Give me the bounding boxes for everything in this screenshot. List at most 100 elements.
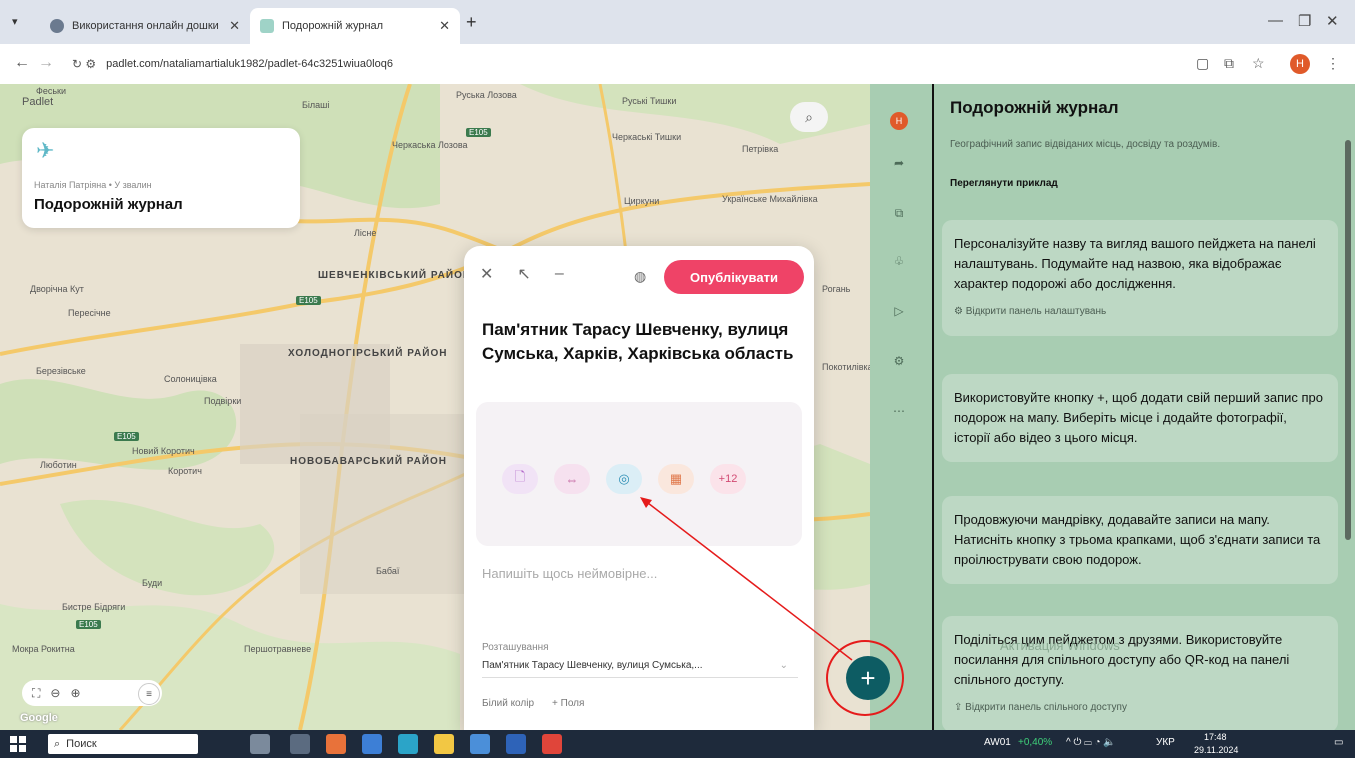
taskbar-search[interactable]: ⌕ Поиск xyxy=(48,734,198,754)
weather-icon[interactable] xyxy=(250,734,270,754)
search-label: Поиск xyxy=(66,738,97,750)
road-marker: Е105 xyxy=(296,296,321,305)
road-marker: Е105 xyxy=(114,432,139,441)
cast-icon[interactable]: ⧉ xyxy=(1224,55,1234,72)
settings-icon[interactable]: ⚙ xyxy=(888,350,910,372)
open-settings-link[interactable]: ⚙ Відкрити панель налаштувань xyxy=(954,302,1326,322)
tray-icons[interactable]: ^ ⏻ ▭ ◔ 🔈 xyxy=(1066,737,1116,748)
visibility-icon[interactable]: ◍ xyxy=(634,268,646,285)
fullscreen-icon[interactable]: ⛶ xyxy=(32,686,40,701)
profile-avatar[interactable]: Н xyxy=(1290,54,1310,74)
forward-icon[interactable]: → xyxy=(38,54,54,72)
remake-icon[interactable]: ⧉ xyxy=(888,202,910,224)
windows-start-icon[interactable] xyxy=(10,736,26,752)
map-label: Феськи xyxy=(36,86,67,96)
chrome-blue-icon[interactable] xyxy=(398,734,418,754)
clock-date[interactable]: 29.11.2024 xyxy=(1194,745,1238,755)
tab-search-chevron-icon[interactable]: ▾ xyxy=(12,15,18,28)
clock-time[interactable]: 17:48 xyxy=(1204,732,1227,742)
new-tab-button[interactable]: + xyxy=(466,12,477,33)
minimize-icon[interactable]: — xyxy=(1268,12,1283,29)
view-example-link[interactable]: Переглянути приклад xyxy=(950,178,1058,189)
menu-icon[interactable]: ⋮ xyxy=(1326,55,1340,72)
map-label: Бистре Бідряги xyxy=(62,602,126,612)
author-line: Наталія Патріяна • У звалин xyxy=(34,180,152,190)
location-select[interactable]: Пам'ятник Тарасу Шевченку, вулиця Сумськ… xyxy=(482,660,798,678)
map-label: Петрівка xyxy=(742,144,779,154)
padlet-logo: Padlet xyxy=(22,96,54,108)
attachment-options: 🗋 ⇔ ◎ ▦ +12 xyxy=(502,464,746,494)
upload-file-icon[interactable]: 🗋 xyxy=(502,464,538,494)
tab-title: Використання онлайн дошки xyxy=(72,20,219,32)
more-icon[interactable]: ⋯ xyxy=(888,400,910,422)
camera-icon[interactable]: ◎ xyxy=(606,464,642,494)
map-label: Руська Лозова xyxy=(456,90,517,100)
close-window-icon[interactable]: ✕ xyxy=(1326,12,1339,30)
map-district-label: ШЕВЧЕНКІВСЬКИЙ РАЙОН xyxy=(318,270,472,281)
site-info-icon[interactable]: ↻ ⚙ xyxy=(72,57,96,71)
panel-scrollbar[interactable] xyxy=(1345,140,1351,540)
map-search-button[interactable]: ⌕ xyxy=(790,102,828,132)
map-label: Мокра Рокитна xyxy=(12,644,75,654)
maximize-icon[interactable]: ❐ xyxy=(1298,12,1311,30)
user-avatar[interactable]: Н xyxy=(890,112,908,130)
padlet-icon xyxy=(260,19,274,33)
firefox-icon[interactable] xyxy=(326,734,346,754)
google-attribution: Google xyxy=(20,712,58,724)
windows-activation-watermark: Активация Windows xyxy=(1000,638,1120,653)
chrome-icon[interactable] xyxy=(542,734,562,754)
edge-icon[interactable] xyxy=(362,734,382,754)
publish-button[interactable]: Опублікувати xyxy=(664,260,804,294)
notifications-icon[interactable]: ▭ xyxy=(1334,737,1343,748)
zoom-in-icon[interactable]: ⊕ xyxy=(70,686,80,700)
tip-text: Персоналізуйте назву та вигляд вашого пе… xyxy=(954,236,1316,291)
info-panel: Подорожній журнал Географічний запис від… xyxy=(934,84,1355,730)
close-icon[interactable]: ✕ xyxy=(480,264,493,284)
link-icon[interactable]: ⇔ xyxy=(554,464,590,494)
address-bar-row: ← → ↻ ↻ ⚙ padlet.com/nataliamartialuk198… xyxy=(0,44,1355,85)
tab-travel-journal[interactable]: Подорожній журнал ✕ xyxy=(250,8,460,44)
map-style-button[interactable]: ≡ xyxy=(138,683,160,705)
add-fields-button[interactable]: + Поля xyxy=(552,698,584,709)
map-label: Березівське xyxy=(36,366,86,376)
word-icon[interactable] xyxy=(506,734,526,754)
post-title[interactable]: Пам'ятник Тарасу Шевченку, вулиця Сумськ… xyxy=(482,318,802,366)
location-label: Розташування xyxy=(482,642,549,653)
url-input[interactable]: ↻ ⚙ padlet.com/nataliamartialuk1982/padl… xyxy=(60,50,1170,78)
clipboard-icon[interactable]: ▢ xyxy=(1196,55,1209,72)
color-select[interactable]: Білий колір xyxy=(482,698,534,709)
keyboard-language[interactable]: УКР xyxy=(1156,737,1175,748)
tip-text: Використовуйте кнопку +, щоб додати свій… xyxy=(954,390,1324,445)
slideshow-icon[interactable]: ▷ xyxy=(888,300,910,322)
padlet-title-card[interactable]: ✈ Наталія Патріяна • У звалин Подорожній… xyxy=(22,128,300,228)
minimize-icon[interactable]: – xyxy=(555,265,564,283)
map-district-label: НОВОБАВАРСЬКИЙ РАЙОН xyxy=(290,456,448,467)
share-icon[interactable]: ➦ xyxy=(888,152,910,174)
tab-title: Подорожній журнал xyxy=(282,20,384,32)
map-label: Буди xyxy=(142,578,163,588)
task-view-icon[interactable] xyxy=(290,734,310,754)
zoom-out-icon[interactable]: ⊖ xyxy=(50,686,60,700)
search-icon: ⌕ xyxy=(54,737,61,750)
post-body-input[interactable]: Напишіть щось неймовірне... xyxy=(482,566,657,581)
map-label: Черкаська Лозова xyxy=(392,140,468,150)
location-value: Пам'ятник Тарасу Шевченку, вулиця Сумськ… xyxy=(482,660,703,671)
map-label: Черкаські Тишки xyxy=(612,132,682,142)
back-icon[interactable]: ← xyxy=(14,54,30,72)
bookmark-star-icon[interactable]: ☆ xyxy=(1252,55,1265,72)
expand-icon[interactable]: ↖ xyxy=(517,264,530,284)
map-label: Білаші xyxy=(302,100,330,110)
close-tab-icon[interactable]: ✕ xyxy=(439,18,450,34)
open-share-link[interactable]: ⇪ Відкрити панель спільного доступу xyxy=(954,698,1326,718)
tab-online-board[interactable]: Використання онлайн дошки ✕ xyxy=(40,8,250,44)
stock-ticker[interactable]: AW01 xyxy=(984,737,1011,748)
airplane-icon: ✈ xyxy=(36,138,55,163)
chevron-down-icon: ⌄ xyxy=(779,660,788,671)
store-icon[interactable] xyxy=(470,734,490,754)
close-tab-icon[interactable]: ✕ xyxy=(229,18,240,34)
file-explorer-icon[interactable] xyxy=(434,734,454,754)
add-post-button[interactable]: + xyxy=(846,656,890,700)
more-attachments-button[interactable]: +12 xyxy=(710,464,746,494)
image-search-icon[interactable]: ▦ xyxy=(658,464,694,494)
notifications-icon[interactable]: ♧ xyxy=(888,250,910,272)
